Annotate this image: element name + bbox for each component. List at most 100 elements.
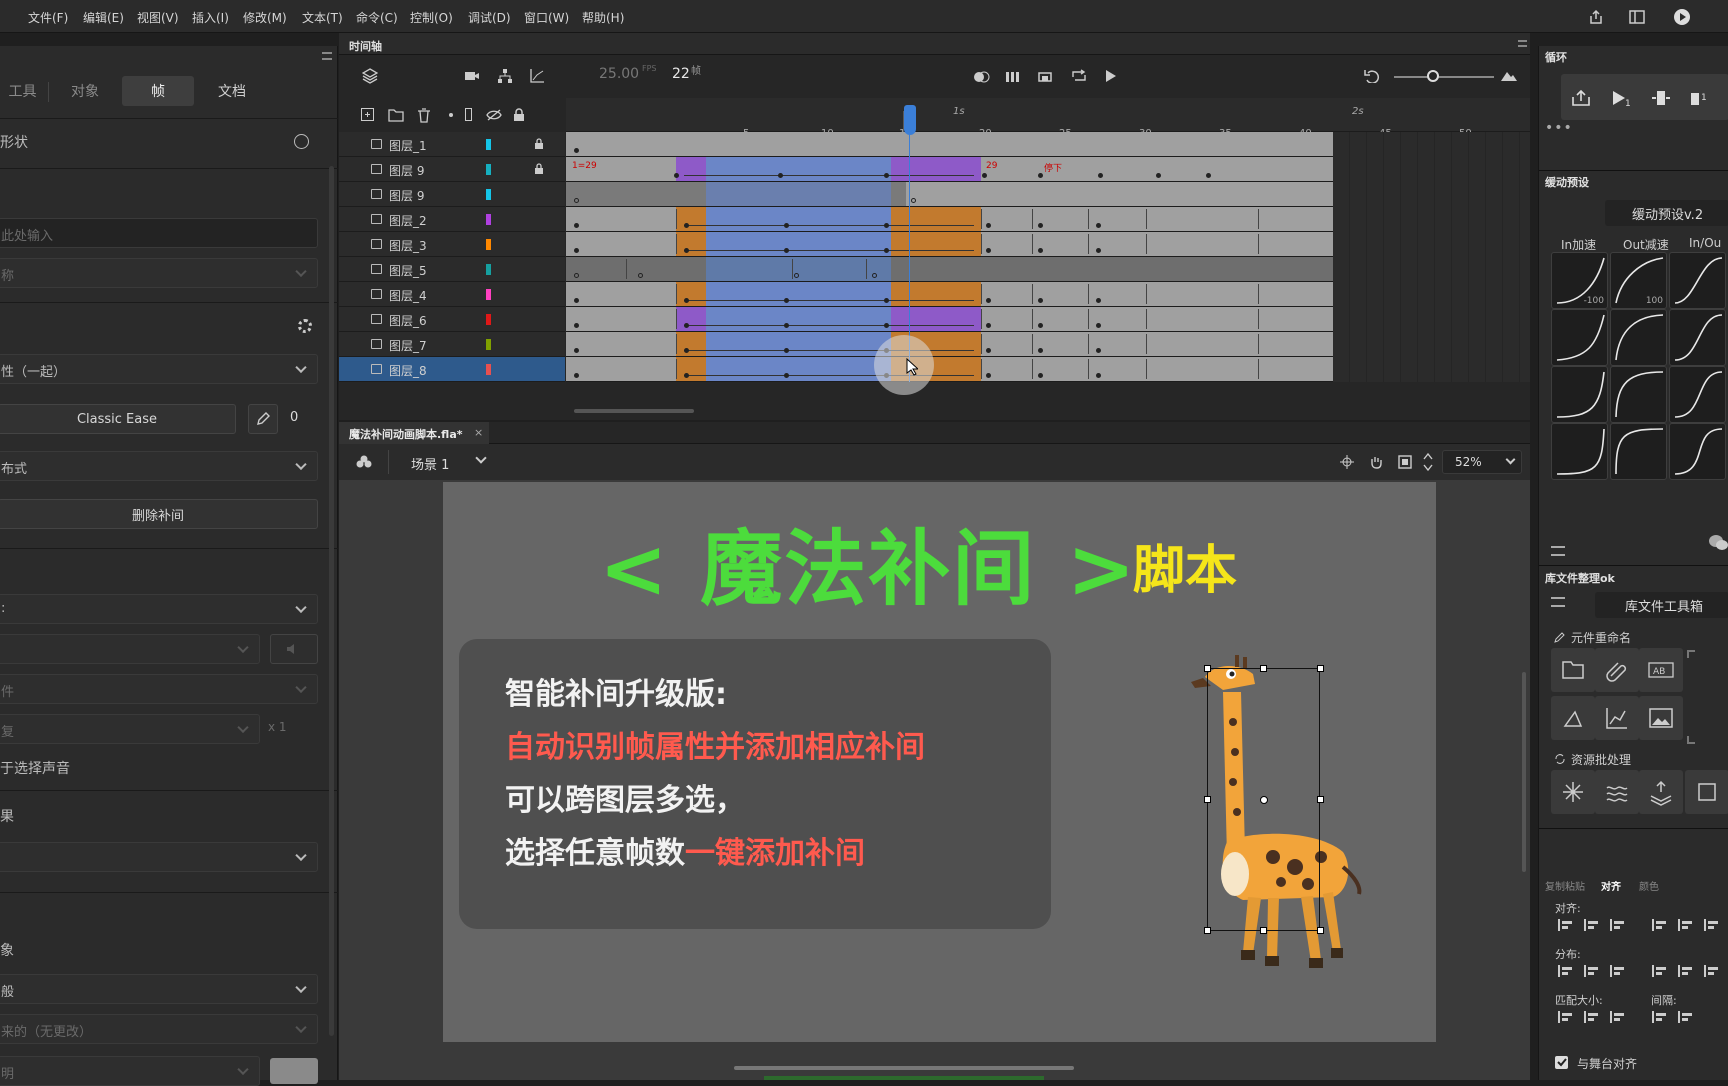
mountain-icon[interactable] [1499,67,1519,85]
align-button-icon[interactable] [1703,918,1721,932]
keyframe-dot[interactable] [1038,348,1043,353]
frame-row[interactable] [566,332,1333,357]
stop-frame-icon[interactable] [1649,86,1673,110]
empty-keyframe-dot[interactable] [872,273,877,278]
selected-frames[interactable] [706,307,891,331]
layer-name[interactable]: 图层_7 [389,337,427,354]
stage-vscrollbar[interactable] [1522,672,1526,872]
selected-frames[interactable] [706,232,891,256]
tween-span[interactable] [891,207,981,231]
layer-name[interactable]: 图层_3 [389,237,427,254]
keyframe-dot[interactable] [986,348,991,353]
layer-row[interactable]: 图层 9 [339,182,565,207]
menu-modify[interactable]: 修改(M) [243,9,287,26]
repeat-select[interactable]: 复 [0,714,260,744]
layer-color-swatch[interactable] [486,239,491,250]
graph-icon[interactable] [528,67,546,85]
menu-view[interactable]: 视图(V) [137,9,179,26]
ease-value[interactable]: 0 [290,410,298,425]
frame-row[interactable] [566,182,1333,207]
frame-ruler[interactable] [566,98,1530,132]
keyframe-dot[interactable] [674,173,679,178]
menu-edit[interactable]: 编辑(E) [83,9,124,26]
align-button-icon[interactable] [1557,964,1575,978]
eye-hidden-icon[interactable] [485,107,503,123]
timeline-hscrollbar[interactable] [574,409,694,413]
keyframe-dot[interactable] [884,248,889,253]
transform-handle[interactable] [1317,796,1324,803]
keyframe-dot[interactable] [684,298,689,303]
menu-debug[interactable]: 调试(D) [468,9,511,26]
keyframe-dot[interactable] [684,373,689,378]
image-icon[interactable] [1639,696,1683,740]
layer-color-swatch[interactable] [486,164,491,175]
transform-handle[interactable] [1260,927,1267,934]
tween-span[interactable] [676,207,706,231]
sparkle-icon[interactable] [1551,770,1595,814]
keyframe-dot[interactable] [684,248,689,253]
folder-icon[interactable] [387,107,405,123]
ease-props-select[interactable]: 性（一起） [0,354,318,384]
tab-frame[interactable]: 帧 [122,76,194,106]
keyframe-dot[interactable] [1038,248,1043,253]
undo-icon[interactable] [1363,67,1381,85]
keyframe-dot[interactable] [884,298,889,303]
keyframe-dot[interactable] [574,223,579,228]
tween-span[interactable] [891,232,981,256]
keyframe-dot[interactable] [574,148,579,153]
lock-icon[interactable] [534,163,544,175]
scene-icon[interactable] [355,454,373,470]
loop-range-icon[interactable] [1036,68,1054,86]
stage-title-suffix[interactable]: 脚本 [1133,528,1237,603]
ease-curve-preset[interactable] [1551,423,1608,480]
playhead[interactable] [904,105,916,135]
layer-row[interactable]: 图层_3 [339,232,565,257]
empty-keyframe-dot[interactable] [794,273,799,278]
align-button-icon[interactable] [1651,964,1669,978]
keyframe-dot[interactable] [1038,223,1043,228]
align-button-icon[interactable] [1583,918,1601,932]
keyframe-dot[interactable] [574,373,579,378]
layer-row[interactable]: 图层_1 [339,132,565,157]
scene-name[interactable]: 场景 1 [411,454,449,473]
tween-span[interactable] [676,307,706,331]
frame-label-stop[interactable]: 停下 [1044,161,1062,174]
change-select[interactable]: 来的（无更改） [0,1014,318,1044]
sound-effect-select[interactable] [0,634,260,664]
transform-handle[interactable] [1204,927,1211,934]
zoom-select[interactable]: 52% [1442,450,1522,474]
layer-color-swatch[interactable] [486,364,491,375]
tab-align[interactable]: 对齐 [1601,878,1621,893]
panel-layout-icon[interactable] [1627,7,1647,27]
transform-point[interactable] [1260,796,1268,804]
layer-color-swatch[interactable] [486,339,491,350]
keyframe-dot[interactable] [1096,298,1101,303]
panel-menu-icon[interactable] [322,52,332,60]
keyframe-dot[interactable] [982,173,987,178]
ease-curve-preset[interactable]: 100 [1610,252,1667,309]
layer-row[interactable]: 图层_2 [339,207,565,232]
fps-value[interactable]: 25.00 [599,66,639,82]
selected-frames[interactable] [706,257,891,281]
current-frame[interactable]: 22 [672,66,690,82]
document-tab[interactable]: 魔法补间动画脚本.fla* × [339,422,489,444]
keyframe-dot[interactable] [784,223,789,228]
layer-color-swatch[interactable] [486,214,491,225]
frame-row[interactable]: 1=29 29 停下 [566,157,1333,182]
tab-tools[interactable]: 工具 [0,76,45,106]
keyframe-dot[interactable] [1096,323,1101,328]
sound-name-select[interactable]: : [0,594,318,624]
lock-icon[interactable] [511,107,527,123]
transform-handle[interactable] [1317,927,1324,934]
effect-select[interactable] [0,842,318,872]
stage-align-checkbox[interactable] [1555,1056,1568,1069]
stage-hscrollbar[interactable] [734,1066,1074,1070]
align-button-icon[interactable] [1651,1010,1669,1024]
keyframe-dot[interactable] [1206,173,1211,178]
tween-span[interactable] [891,282,981,306]
stepper-icon[interactable] [1421,450,1435,474]
keyframe-dot[interactable] [884,223,889,228]
align-button-icon[interactable] [1557,918,1575,932]
empty-keyframe-dot[interactable] [574,273,579,278]
layer-name[interactable]: 图层_1 [389,137,427,154]
